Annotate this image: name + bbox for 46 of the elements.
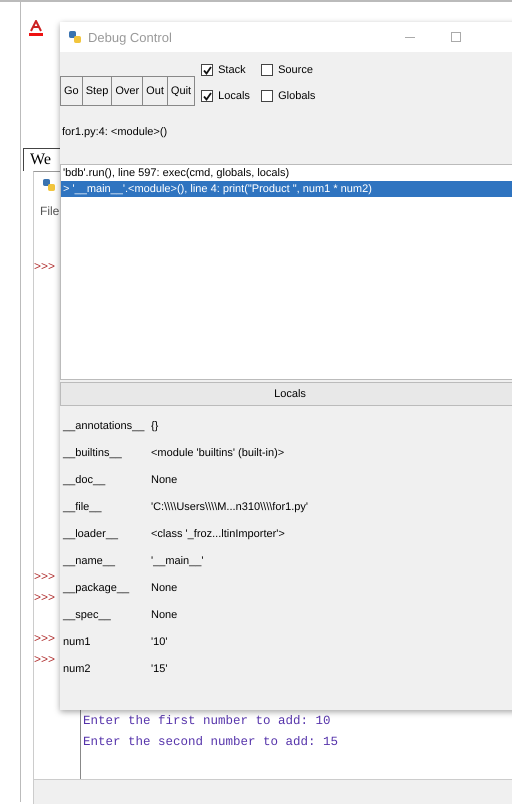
variable-value: None	[151, 580, 178, 594]
variable-name: num2	[63, 662, 92, 676]
variable-value: '15'	[151, 662, 168, 676]
variable-name: __file__	[63, 500, 103, 514]
output-line: Enter the first number to add: 10	[83, 713, 332, 730]
status-text: for1.py:4: <module>()	[61, 125, 168, 140]
variable-value: '10'	[151, 634, 168, 648]
toolbar-button[interactable]: Step	[82, 76, 112, 106]
checkbox[interactable]: Source	[261, 64, 332, 76]
variable-value: None	[151, 472, 178, 486]
window-title: Debug Control	[88, 30, 172, 44]
prompt: >>>	[34, 258, 56, 275]
maximize-icon	[450, 31, 462, 43]
checkbox[interactable]: Locals	[201, 90, 262, 102]
variable-name: __annotations__	[63, 418, 146, 432]
stack-item[interactable]: 'bdb'.run(), line 597: exec(cmd, globals, locals)	[61, 165, 512, 181]
toolbar-button[interactable]: Out	[142, 76, 167, 106]
variable-value: None	[151, 608, 178, 622]
variable-name: __package__	[63, 580, 130, 594]
check-icon	[202, 66, 212, 74]
menu-item[interactable]: File	[40, 204, 60, 218]
variable-value: {}	[151, 418, 160, 432]
toolbar-button[interactable]: Go	[60, 76, 82, 106]
toolbar-button[interactable]: Quit	[166, 76, 196, 106]
prompt: >>>	[34, 589, 56, 606]
stack-item[interactable]: > '__main__'.<module>(), line 4: print("Product ", num1 * num2)	[61, 181, 512, 197]
checkbox[interactable]: Globals	[261, 90, 332, 102]
variable-name: __builtins__	[63, 446, 123, 460]
checkbox[interactable]: Stack	[201, 64, 262, 76]
output-line: Enter the second number to add: 15	[83, 734, 340, 751]
variable-value: 'C:\\\\Users\\\\M...n310\\\\for1.py'	[151, 500, 308, 514]
variable-value: '__main__'	[151, 554, 205, 568]
prompt: >>>	[34, 651, 56, 668]
variable-name: num1	[63, 634, 92, 648]
prompt: >>>	[34, 630, 56, 648]
toolbar-button[interactable]: Over	[111, 76, 142, 106]
locals-header: Locals	[60, 382, 512, 406]
variable-name: __spec__	[63, 608, 112, 622]
variable-value: <class '_froz...ltinImporter'>	[151, 526, 286, 540]
variable-name: __loader__	[63, 526, 120, 540]
check-icon	[202, 92, 212, 100]
font-color-icon	[29, 20, 43, 36]
variable-name: __name__	[63, 554, 116, 568]
prompt: >>>	[34, 568, 56, 586]
variable-value: <module 'builtins' (built-in)>	[151, 446, 286, 460]
variable-name: __doc__	[63, 472, 106, 486]
